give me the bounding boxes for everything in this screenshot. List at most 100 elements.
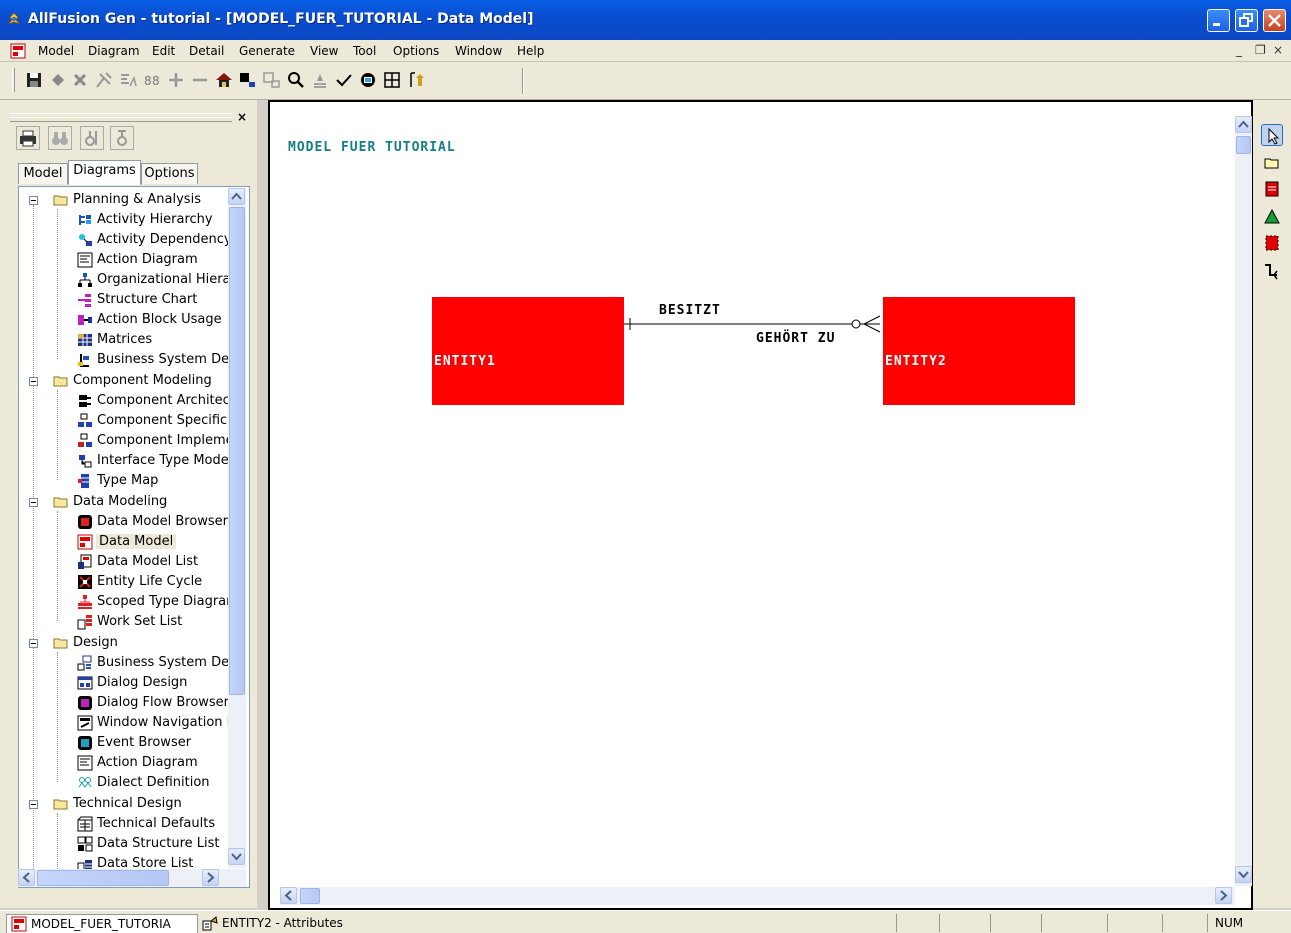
grid-icon	[384, 72, 400, 88]
folder-open-icon	[53, 497, 68, 508]
tree-hscroll-thumb[interactable]	[37, 870, 169, 886]
chevron-up-icon	[231, 192, 242, 200]
find-previous-button[interactable]	[110, 126, 134, 150]
tree-expander[interactable]	[29, 800, 38, 809]
tree-expander[interactable]	[29, 498, 38, 507]
menu-window[interactable]: Window	[455, 44, 502, 58]
svg-text:8: 8	[144, 74, 152, 88]
scroll-up-button[interactable]	[228, 188, 245, 205]
mdi-restore-button[interactable]: ❐	[1255, 43, 1266, 57]
entity-subtype-tool[interactable]	[1261, 232, 1283, 254]
mdi-close-button[interactable]: ×	[1273, 43, 1283, 57]
layer-icon	[314, 74, 326, 88]
business-system-icon	[78, 354, 89, 367]
select-block-button[interactable]	[238, 70, 258, 90]
tools-button[interactable]	[94, 70, 114, 90]
toolbar-grip[interactable]	[12, 68, 15, 92]
menu-diagram[interactable]: Diagram	[88, 44, 140, 58]
menu-detail[interactable]: Detail	[189, 44, 224, 58]
scroll-up-button[interactable]	[1235, 116, 1252, 133]
dialect-definition-icon	[78, 777, 92, 788]
menu-generate[interactable]: Generate	[239, 44, 295, 58]
tree-expander[interactable]	[29, 377, 38, 386]
tab-diagrams[interactable]: Diagrams	[68, 160, 141, 185]
scroll-left-button[interactable]	[18, 869, 35, 886]
tree-expander[interactable]	[29, 196, 38, 205]
mdi-minimize-button[interactable]: _	[1236, 43, 1242, 57]
find-next-button[interactable]	[80, 126, 104, 150]
window-title: AllFusion Gen - tutorial - [MODEL_FUER_T…	[28, 11, 534, 27]
numbering-button[interactable]: 88	[142, 70, 162, 90]
status-panel	[1041, 914, 1042, 932]
text-format-button[interactable]	[118, 70, 138, 90]
document-tab-entity2-attributes[interactable]: ENTITY2 - Attributes	[198, 914, 384, 933]
scroll-down-button[interactable]	[1235, 866, 1252, 883]
subject-area-tool[interactable]	[1261, 152, 1283, 174]
pane-close-button[interactable]: ×	[237, 110, 247, 124]
tree-horizontal-scrollbar[interactable]	[18, 869, 246, 887]
scroll-right-button[interactable]	[202, 869, 219, 886]
menu-edit[interactable]: Edit	[152, 44, 175, 58]
menu-model[interactable]: Model	[38, 44, 74, 58]
menu-help[interactable]: Help	[517, 44, 544, 58]
save-button[interactable]	[24, 70, 44, 90]
menu-view[interactable]: View	[310, 44, 338, 58]
chevron-right-icon	[1220, 890, 1228, 901]
relationship-tool[interactable]	[1261, 260, 1283, 282]
view-button[interactable]	[358, 70, 378, 90]
tree-vertical-scrollbar[interactable]	[228, 188, 246, 868]
add-button[interactable]	[166, 70, 186, 90]
tab-options[interactable]: Options	[141, 163, 198, 184]
diagram-vertical-scrollbar[interactable]	[1235, 116, 1252, 886]
print-button[interactable]	[16, 126, 40, 150]
menu-options[interactable]: Options	[393, 44, 439, 58]
delete-button[interactable]	[70, 70, 90, 90]
diagram-hscroll-thumb[interactable]	[300, 888, 320, 904]
matrices-icon	[78, 334, 92, 346]
entity-tool[interactable]	[1261, 178, 1283, 200]
subtype-tool[interactable]	[1261, 206, 1283, 228]
diagram-canvas[interactable]	[277, 112, 1233, 886]
drawing-palette	[1253, 100, 1291, 908]
remove-button[interactable]	[190, 70, 210, 90]
find-button[interactable]	[48, 126, 72, 150]
tab-model[interactable]: Model	[18, 163, 68, 184]
scroll-down-button[interactable]	[228, 848, 245, 865]
numbering-icon: 88	[144, 74, 160, 88]
tree-expander[interactable]	[29, 639, 38, 648]
triangle-icon	[1264, 208, 1280, 224]
diagram-vscroll-thumb[interactable]	[1236, 136, 1251, 154]
diagram-horizontal-scrollbar[interactable]	[280, 887, 1235, 905]
business-system-def-icon	[77, 655, 92, 671]
save-icon	[27, 73, 41, 87]
scoped-type-icon	[78, 595, 92, 609]
scroll-left-button[interactable]	[280, 887, 297, 904]
status-panel	[1107, 914, 1108, 932]
check-button[interactable]	[334, 70, 354, 90]
data-model-icon[interactable]	[10, 43, 26, 59]
tree-scroll-thumb[interactable]	[229, 207, 245, 695]
component-implementation-icon	[78, 433, 92, 447]
home-button[interactable]	[214, 70, 234, 90]
pointer-up-button[interactable]	[406, 70, 426, 90]
menu-tool[interactable]: Tool	[353, 44, 376, 58]
relationship-label-forward[interactable]: BESITZT	[659, 303, 721, 318]
zoom-icon	[288, 72, 304, 88]
pointer-up-icon	[410, 72, 424, 87]
select-tool[interactable]	[1261, 124, 1283, 146]
entity-box-entity2[interactable]: ENTITY2	[883, 297, 1075, 405]
layer-button[interactable]	[310, 70, 330, 90]
entity-box-entity1[interactable]: ENTITY1	[432, 297, 624, 405]
relationship-label-backward[interactable]: GEHÖRT ZU	[756, 331, 835, 346]
minimize-button[interactable]	[1207, 9, 1230, 32]
activity-hierarchy-icon	[79, 215, 91, 225]
diamond-button[interactable]	[48, 70, 68, 90]
grid-button[interactable]	[382, 70, 402, 90]
num-lock-indicator: NUM	[1215, 916, 1244, 930]
restore-button[interactable]	[1235, 9, 1258, 32]
select-area-button[interactable]	[262, 70, 282, 90]
document-tab-data-model[interactable]: MODEL_FUER_TUTORIA	[6, 914, 198, 933]
close-button[interactable]	[1263, 9, 1286, 32]
zoom-button[interactable]	[286, 70, 306, 90]
scroll-right-button[interactable]	[1215, 887, 1232, 904]
